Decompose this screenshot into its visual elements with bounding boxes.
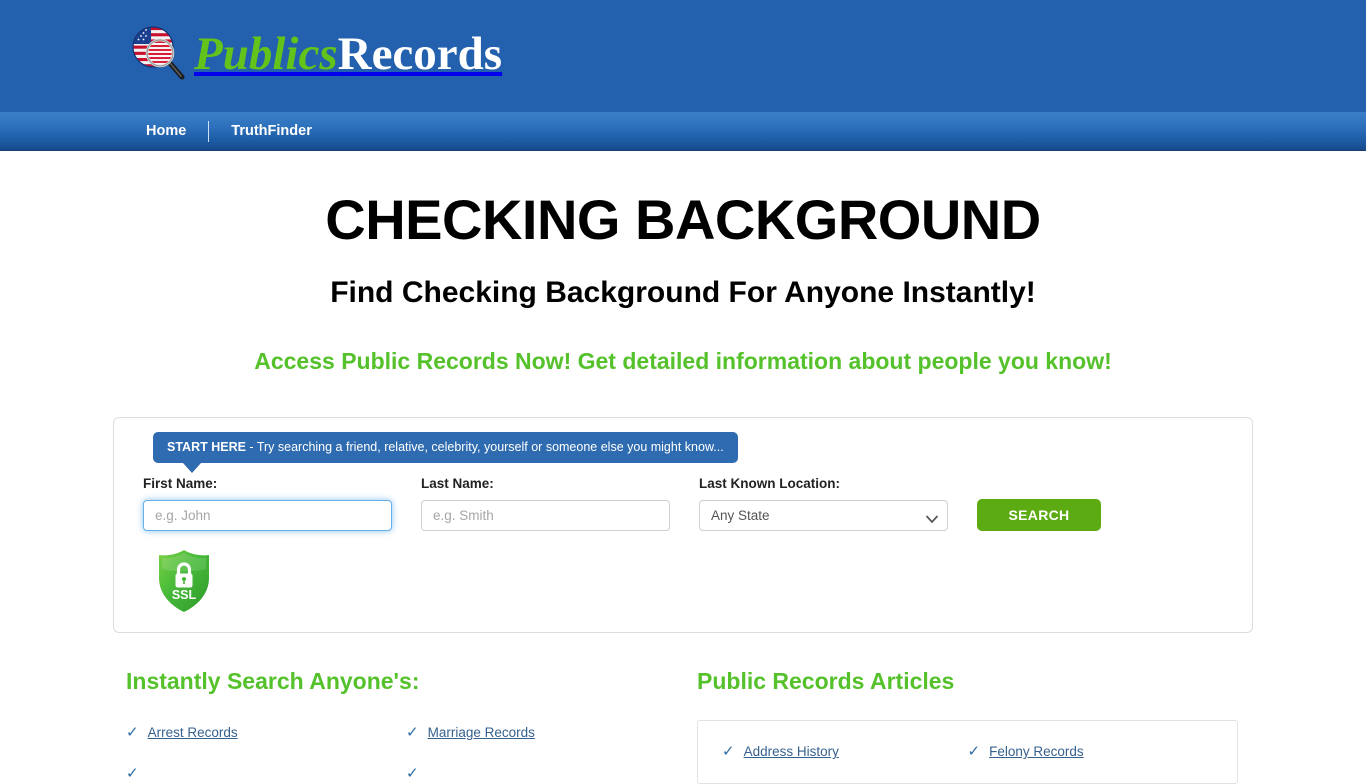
- articles-section: Public Records Articles ✓ Address Histor…: [697, 668, 1238, 784]
- check-icon: ✓: [406, 724, 419, 741]
- check-icon: ✓: [406, 765, 419, 782]
- logo-word-records: Records: [337, 27, 503, 80]
- check-icon: ✓: [126, 765, 139, 782]
- link-marriage-records[interactable]: Marriage Records: [428, 725, 535, 740]
- logo-wordmark: PublicsRecords: [194, 27, 503, 80]
- check-icon: ✓: [722, 743, 735, 760]
- page-title: CHECKING BACKGROUND: [325, 188, 1041, 251]
- location-group: Last Known Location:: [699, 476, 948, 531]
- start-here-text: - Try searching a friend, relative, cele…: [245, 440, 724, 454]
- start-here-label: START HERE: [167, 440, 246, 454]
- site-logo[interactable]: PublicsRecords: [124, 21, 502, 87]
- ssl-badge-label: SSL: [172, 588, 197, 602]
- hero-tagline: Access Public Records Now! Get detailed …: [254, 347, 1112, 374]
- first-name-group: First Name:: [143, 476, 392, 531]
- location-label: Last Known Location:: [699, 476, 840, 491]
- last-name-input[interactable]: [421, 500, 670, 531]
- link-felony-records[interactable]: Felony Records: [989, 744, 1084, 759]
- last-name-label: Last Name:: [421, 476, 494, 491]
- articles-title: Public Records Articles: [697, 668, 955, 694]
- start-here-pointer-icon: [183, 463, 201, 473]
- nav-item-home[interactable]: Home: [124, 121, 208, 142]
- instant-search-links: ✓ Arrest Records ✓ Marriage Records ✓ ✓: [126, 725, 686, 781]
- start-here-banner: START HERE - Try searching a friend, rel…: [153, 432, 738, 463]
- ssl-badge-icon: SSL: [155, 548, 213, 614]
- articles-box: ✓ Address History ✓ Felony Records: [697, 720, 1238, 784]
- nav-item-truthfinder[interactable]: TruthFinder: [209, 121, 334, 142]
- location-select-wrap: [699, 500, 948, 531]
- search-panel: START HERE - Try searching a friend, rel…: [113, 417, 1253, 633]
- hero-section: CHECKING BACKGROUND Find Checking Backgr…: [0, 151, 1366, 375]
- flag-magnifier-icon: [124, 21, 190, 87]
- main-navigation: Home TruthFinder: [0, 112, 1366, 151]
- instant-search-section: Instantly Search Anyone's: ✓ Arrest Reco…: [126, 668, 686, 781]
- check-icon: ✓: [126, 724, 139, 741]
- search-button[interactable]: SEARCH: [977, 499, 1101, 531]
- list-item[interactable]: ✓ Felony Records: [968, 744, 1214, 759]
- articles-links: ✓ Address History ✓ Felony Records: [722, 744, 1213, 759]
- site-header: PublicsRecords: [0, 0, 1366, 112]
- list-item[interactable]: ✓: [126, 766, 406, 781]
- search-fields: First Name: Last Name: Last Known Locati…: [143, 476, 1101, 531]
- list-item[interactable]: ✓ Arrest Records: [126, 725, 406, 740]
- last-name-group: Last Name:: [421, 476, 670, 531]
- list-item[interactable]: ✓ Address History: [722, 744, 968, 759]
- first-name-label: First Name:: [143, 476, 218, 491]
- first-name-input[interactable]: [143, 500, 392, 531]
- check-icon: ✓: [967, 743, 981, 760]
- instant-search-title: Instantly Search Anyone's:: [126, 668, 420, 694]
- logo-word-publics: Publics: [194, 27, 338, 80]
- link-address-history[interactable]: Address History: [744, 744, 839, 759]
- page-subtitle: Find Checking Background For Anyone Inst…: [330, 275, 1036, 309]
- link-arrest-records[interactable]: Arrest Records: [148, 725, 238, 740]
- list-item[interactable]: ✓: [406, 766, 686, 781]
- location-select[interactable]: [699, 500, 948, 531]
- list-item[interactable]: ✓ Marriage Records: [406, 725, 686, 740]
